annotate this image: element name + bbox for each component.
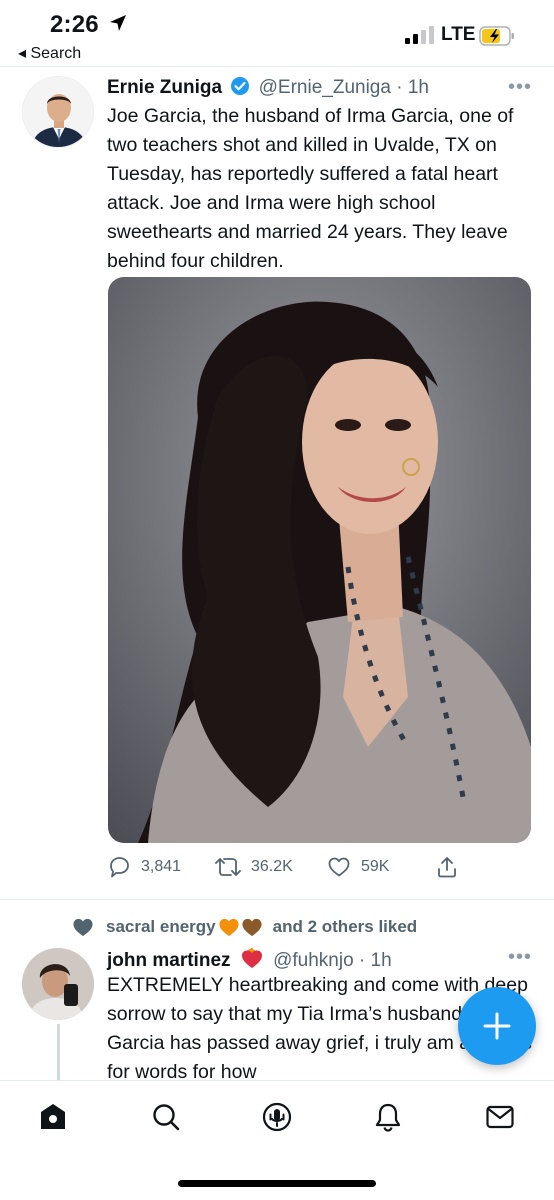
tab-search[interactable] xyxy=(148,1099,184,1135)
tab-notifications[interactable] xyxy=(370,1099,406,1135)
retweet-icon xyxy=(215,858,241,876)
tweet-actions: 3,841 36.2K 59K xyxy=(107,852,537,882)
reply-tweet-time[interactable]: 1h xyxy=(371,950,392,971)
like-button[interactable]: 59K xyxy=(327,852,389,882)
battery-charging-icon xyxy=(479,26,514,46)
separator: · xyxy=(358,950,366,971)
tab-spaces[interactable] xyxy=(259,1099,295,1135)
reply-tweet-header: john martinez @fuhknjo · 1h xyxy=(107,946,392,972)
cellular-signal-icon xyxy=(405,26,435,44)
status-time: 2:26 xyxy=(50,11,99,38)
tweet-text: Joe Garcia, the husband of Irma Garcia, … xyxy=(107,105,514,272)
status-bar: 2:26 ◂ Search LTE xyxy=(0,0,554,66)
search-icon xyxy=(153,1104,180,1131)
author-name[interactable]: Ernie Zuniga xyxy=(107,77,222,98)
network-type: LTE xyxy=(441,24,476,45)
heart-on-fire-icon xyxy=(241,947,262,968)
reply-more-options-button[interactable]: ••• xyxy=(508,946,532,969)
separator: · xyxy=(396,77,403,98)
tab-home[interactable] xyxy=(35,1099,71,1135)
share-icon xyxy=(438,857,456,878)
home-icon xyxy=(41,1104,65,1129)
header-divider xyxy=(0,66,554,67)
reply-author-name[interactable]: john martinez xyxy=(107,950,231,971)
home-indicator[interactable] xyxy=(178,1180,376,1187)
notifications-icon xyxy=(375,1103,401,1132)
liked-by-suffix: and 2 others liked xyxy=(272,917,418,936)
brown-heart-icon xyxy=(242,918,262,937)
plus-icon xyxy=(483,1012,511,1040)
retweet-button[interactable]: 36.2K xyxy=(215,852,293,882)
share-button[interactable] xyxy=(435,852,469,882)
reply-author-avatar[interactable] xyxy=(22,948,94,1020)
like-count: 59K xyxy=(361,858,390,875)
back-to-search-link[interactable]: ◂ Search xyxy=(18,43,81,63)
liked-by-name[interactable]: sacral energy xyxy=(106,917,216,937)
more-options-button[interactable]: ••• xyxy=(508,76,532,99)
reply-button[interactable]: 3,841 xyxy=(107,852,181,882)
tweet-time[interactable]: 1h xyxy=(408,77,429,98)
orange-heart-icon xyxy=(219,918,239,937)
spaces-icon xyxy=(262,1102,292,1132)
thread-line xyxy=(57,1024,60,1080)
tweet-header: Ernie Zuniga @Ernie_Zuniga · 1h xyxy=(107,76,429,102)
liked-heart-icon xyxy=(73,918,93,937)
author-handle[interactable]: @Ernie_Zuniga xyxy=(259,77,391,98)
location-arrow-icon xyxy=(110,15,126,31)
tab-messages[interactable] xyxy=(482,1099,518,1135)
reply-author-handle[interactable]: @fuhknjo xyxy=(273,950,354,971)
reply-icon xyxy=(110,857,129,878)
author-avatar[interactable] xyxy=(22,76,94,148)
verified-badge-icon xyxy=(231,77,250,95)
tweet-photo[interactable] xyxy=(108,277,531,843)
messages-icon xyxy=(486,1105,514,1129)
heart-icon xyxy=(328,857,350,877)
tweet-divider xyxy=(0,899,554,900)
reply-count: 3,841 xyxy=(141,858,182,875)
social-context: sacral energy and 2 others liked xyxy=(72,914,417,940)
compose-tweet-button[interactable] xyxy=(458,987,536,1065)
retweet-count: 36.2K xyxy=(251,858,293,875)
